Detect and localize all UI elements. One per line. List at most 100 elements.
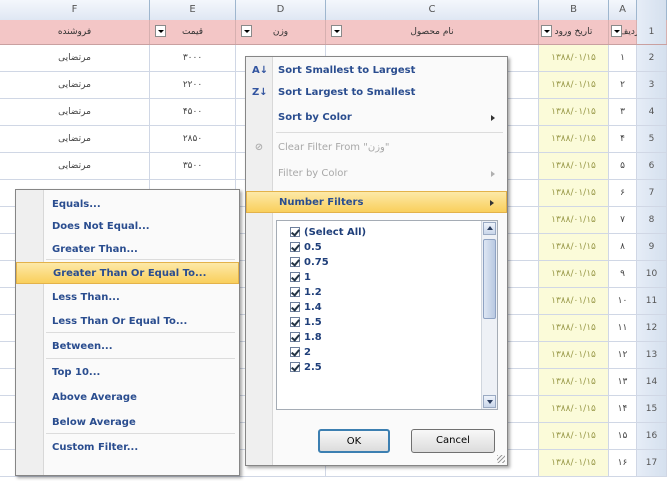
row-header[interactable]: 2: [637, 45, 667, 71]
cell-row-number[interactable]: ۱۳: [609, 369, 637, 395]
column-header-e[interactable]: E: [150, 0, 236, 20]
submenu-item-less-than[interactable]: Less Than...: [16, 287, 239, 309]
row-header[interactable]: 8: [637, 207, 667, 233]
cell-row-number[interactable]: ۱۶: [609, 450, 637, 476]
menu-item-number-filters[interactable]: Number Filters: [246, 191, 507, 213]
checkbox-checked-icon[interactable]: [290, 332, 300, 342]
submenu-item-top-10[interactable]: Top 10...: [16, 362, 239, 384]
scroll-up-icon[interactable]: [483, 222, 496, 235]
cell-row-number[interactable]: ۸: [609, 234, 637, 260]
cell-date[interactable]: ۱۳۸۸/۰۱/۱۵: [539, 126, 609, 152]
row-header[interactable]: 6: [637, 153, 667, 179]
cell-date[interactable]: ۱۳۸۸/۰۱/۱۵: [539, 234, 609, 260]
cell-date[interactable]: ۱۳۸۸/۰۱/۱۵: [539, 207, 609, 233]
submenu-item-custom-filter[interactable]: Custom Filter...: [16, 437, 239, 459]
cell-row-number[interactable]: ۱۲: [609, 342, 637, 368]
column-header-c[interactable]: C: [326, 0, 539, 20]
checklist-item[interactable]: 1.8: [277, 330, 497, 345]
filter-dropdown-product[interactable]: [331, 25, 342, 37]
filter-dropdown-price[interactable]: [155, 25, 166, 37]
checkbox-checked-icon[interactable]: [290, 227, 300, 237]
cell-price[interactable]: ۲۲۰۰: [150, 72, 236, 98]
checkbox-checked-icon[interactable]: [290, 272, 300, 282]
cell-date[interactable]: ۱۳۸۸/۰۱/۱۵: [539, 423, 609, 449]
submenu-item-does-not-equal[interactable]: Does Not Equal...: [16, 216, 239, 238]
scroll-down-icon[interactable]: [483, 395, 496, 408]
checkbox-checked-icon[interactable]: [290, 302, 300, 312]
cell-seller[interactable]: مرتضایی: [0, 45, 150, 71]
row-header[interactable]: 5: [637, 126, 667, 152]
cell-price[interactable]: ۳۵۰۰: [150, 153, 236, 179]
row-header[interactable]: 1: [637, 20, 667, 44]
resize-grip-icon[interactable]: [497, 455, 505, 463]
checklist-item[interactable]: 1.5: [277, 315, 497, 330]
cell-row-number[interactable]: ۱۴: [609, 396, 637, 422]
column-header-f[interactable]: F: [0, 0, 150, 20]
checklist-item[interactable]: 1: [277, 270, 497, 285]
row-header[interactable]: 15: [637, 396, 667, 422]
checklist-item[interactable]: 0.5: [277, 240, 497, 255]
row-header[interactable]: 17: [637, 450, 667, 476]
submenu-item-less-than-or-equal[interactable]: Less Than Or Equal To...: [16, 311, 239, 333]
cell-date[interactable]: ۱۳۸۸/۰۱/۱۵: [539, 396, 609, 422]
cell-row-number[interactable]: ۶: [609, 180, 637, 206]
row-header[interactable]: 3: [637, 72, 667, 98]
cell-date[interactable]: ۱۳۸۸/۰۱/۱۵: [539, 72, 609, 98]
cell-row-number[interactable]: ۱۰: [609, 288, 637, 314]
row-header[interactable]: 13: [637, 342, 667, 368]
cell-seller[interactable]: مرتضایی: [0, 153, 150, 179]
ok-button[interactable]: OK: [318, 429, 390, 453]
cell-seller[interactable]: مرتضایی: [0, 72, 150, 98]
cell-date[interactable]: ۱۳۸۸/۰۱/۱۵: [539, 369, 609, 395]
checkbox-checked-icon[interactable]: [290, 257, 300, 267]
submenu-item-equals[interactable]: Equals...: [16, 194, 239, 216]
cell-row-number[interactable]: ۷: [609, 207, 637, 233]
menu-item-sort-ascending[interactable]: A↓ Sort Smallest to Largest: [246, 60, 507, 82]
cell-row-number[interactable]: ۴: [609, 126, 637, 152]
checkbox-checked-icon[interactable]: [290, 362, 300, 372]
checklist-item[interactable]: 2: [277, 345, 497, 360]
cell-row-number[interactable]: ۱۱: [609, 315, 637, 341]
submenu-item-above-average[interactable]: Above Average: [16, 387, 239, 409]
row-header[interactable]: 7: [637, 180, 667, 206]
cell-price[interactable]: ۲۸۵۰: [150, 126, 236, 152]
cell-date[interactable]: ۱۳۸۸/۰۱/۱۵: [539, 180, 609, 206]
value-checklist[interactable]: (Select All) 0.5 0.75 1 1.2 1.4 1.5 1.8 2 2.5: [276, 220, 498, 410]
submenu-item-between[interactable]: Between...: [16, 336, 239, 358]
row-header[interactable]: 16: [637, 423, 667, 449]
row-header[interactable]: 12: [637, 315, 667, 341]
checkbox-checked-icon[interactable]: [290, 287, 300, 297]
cell-row-number[interactable]: ۵: [609, 153, 637, 179]
submenu-item-below-average[interactable]: Below Average: [16, 412, 239, 434]
column-header-d[interactable]: D: [236, 0, 326, 20]
cell-date[interactable]: ۱۳۸۸/۰۱/۱۵: [539, 153, 609, 179]
cell-date[interactable]: ۱۳۸۸/۰۱/۱۵: [539, 45, 609, 71]
cell-row-number[interactable]: ۱: [609, 45, 637, 71]
checklist-item[interactable]: 1.4: [277, 300, 497, 315]
checklist-scrollbar[interactable]: [481, 221, 497, 409]
checkbox-checked-icon[interactable]: [290, 347, 300, 357]
submenu-item-greater-than-or-equal[interactable]: Greater Than Or Equal To...: [16, 262, 239, 284]
cell-date[interactable]: ۱۳۸۸/۰۱/۱۵: [539, 261, 609, 287]
menu-item-sort-by-color[interactable]: Sort by Color: [246, 107, 507, 129]
checkbox-checked-icon[interactable]: [290, 242, 300, 252]
cell-row-number[interactable]: ۹: [609, 261, 637, 287]
cell-row-number[interactable]: ۲: [609, 72, 637, 98]
menu-item-sort-descending[interactable]: Z↓ Sort Largest to Smallest: [246, 82, 507, 104]
filter-dropdown-row-number[interactable]: [611, 25, 622, 37]
cell-price[interactable]: ۳۰۰۰: [150, 45, 236, 71]
cell-date[interactable]: ۱۳۸۸/۰۱/۱۵: [539, 288, 609, 314]
column-header-b[interactable]: B: [539, 0, 609, 20]
row-header[interactable]: 11: [637, 288, 667, 314]
submenu-item-greater-than[interactable]: Greater Than...: [16, 239, 239, 261]
filter-dropdown-weight[interactable]: [241, 25, 252, 37]
select-all-corner[interactable]: [637, 0, 667, 20]
cancel-button[interactable]: Cancel: [411, 429, 495, 453]
select-all-checkbox-item[interactable]: (Select All): [277, 225, 497, 240]
column-header-a[interactable]: A: [609, 0, 637, 20]
checklist-item[interactable]: 1.2: [277, 285, 497, 300]
cell-seller[interactable]: مرتضایی: [0, 126, 150, 152]
filter-dropdown-date[interactable]: [541, 25, 552, 37]
row-header[interactable]: 9: [637, 234, 667, 260]
row-header[interactable]: 4: [637, 99, 667, 125]
